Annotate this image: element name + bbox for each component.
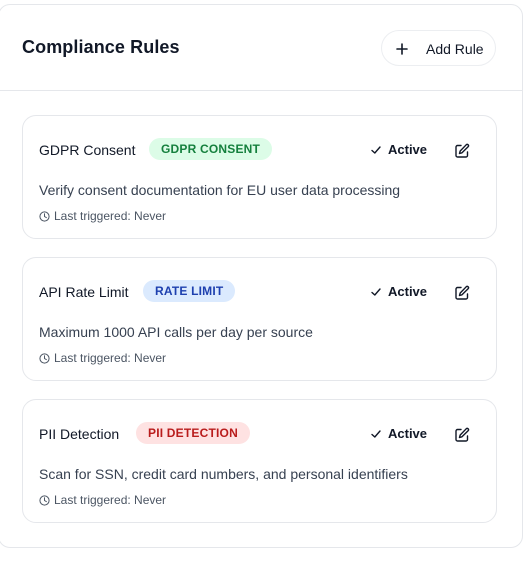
status-label: Active	[388, 142, 428, 157]
clock-icon	[39, 352, 50, 364]
last-triggered: Last triggered: Never	[39, 351, 166, 365]
last-triggered-text: Last triggered: Never	[54, 209, 167, 223]
status-active: Active	[370, 426, 427, 441]
rule-card-gdpr-consent: GDPR Consent GDPR CONSENT Active Verify …	[22, 115, 497, 239]
rule-description: Maximum 1000 API calls per day per sourc…	[39, 324, 313, 340]
edit-icon	[455, 285, 470, 300]
add-rule-label: Add Rule	[426, 41, 484, 57]
status-active: Active	[370, 142, 427, 157]
rule-card-pii-detection: PII Detection PII DETECTION Active Scan …	[22, 399, 497, 523]
edit-rule-button[interactable]	[451, 282, 473, 304]
rule-name: API Rate Limit	[39, 284, 129, 300]
compliance-rules-panel: Compliance Rules Add Rule GDPR Consent G…	[0, 4, 523, 548]
rule-card-api-rate-limit: API Rate Limit RATE LIMIT Active Maximum…	[22, 257, 497, 381]
check-icon	[371, 429, 381, 438]
status-label: Active	[388, 284, 428, 299]
plus-icon	[396, 43, 408, 55]
rule-badge: PII DETECTION	[136, 422, 250, 444]
last-triggered: Last triggered: Never	[39, 493, 166, 507]
rule-description: Verify consent documentation for EU user…	[39, 182, 401, 198]
rule-name: PII Detection	[39, 426, 120, 442]
check-icon	[371, 287, 381, 296]
clock-icon	[39, 210, 50, 222]
panel-header: Compliance Rules Add Rule	[0, 5, 522, 91]
last-triggered-text: Last triggered: Never	[54, 493, 167, 507]
last-triggered: Last triggered: Never	[39, 209, 166, 223]
edit-icon	[455, 427, 470, 442]
rule-badge: GDPR CONSENT	[149, 138, 273, 160]
add-rule-button[interactable]: Add Rule	[381, 30, 496, 66]
status-label: Active	[388, 426, 428, 441]
rule-badge: RATE LIMIT	[143, 280, 236, 302]
edit-rule-button[interactable]	[451, 140, 473, 162]
last-triggered-text: Last triggered: Never	[54, 351, 167, 365]
rule-description: Scan for SSN, credit card numbers, and p…	[39, 466, 408, 482]
check-icon	[371, 145, 381, 154]
edit-rule-button[interactable]	[451, 424, 473, 446]
edit-icon	[455, 143, 470, 158]
status-active: Active	[370, 284, 427, 299]
rule-name: GDPR Consent	[39, 142, 136, 158]
clock-icon	[39, 494, 50, 506]
page-title: Compliance Rules	[22, 37, 180, 57]
